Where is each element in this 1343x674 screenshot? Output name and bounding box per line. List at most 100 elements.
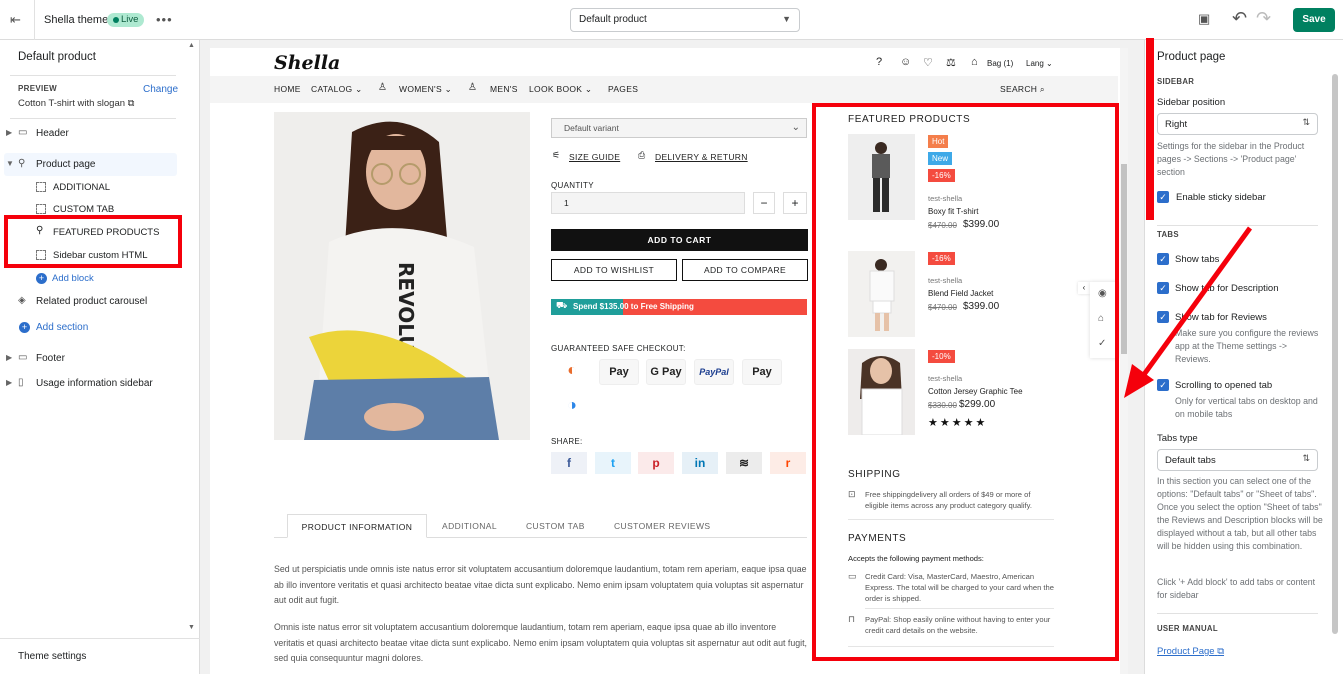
reddit-share-icon[interactable]: r — [770, 452, 806, 474]
add-to-compare-button[interactable]: ADD TO COMPARE — [682, 259, 808, 281]
plus-icon: + — [19, 322, 30, 333]
sidebar-section-icon: ▯ — [18, 377, 24, 388]
bag-label[interactable]: Bag (1) — [987, 59, 1013, 68]
section-label: Header — [36, 128, 69, 139]
theme-settings-link[interactable]: Theme settings — [18, 651, 86, 662]
product-page-manual-link[interactable]: Product Page ⧉ — [1157, 646, 1224, 657]
chevron-updown-icon: ⇅ — [1302, 117, 1310, 127]
user-manual-caption: USER MANUAL — [1157, 624, 1218, 633]
facebook-share-icon[interactable]: f — [551, 452, 587, 474]
add-block-label: Add block — [52, 273, 94, 284]
nav-mens[interactable]: MEN'S — [490, 84, 518, 94]
top-bar: ⇤ Shella theme Live ••• Default product ▼… — [0, 0, 1343, 40]
variant-select[interactable]: Default variant ⌄ — [551, 118, 807, 138]
add-section-label: Add section — [36, 322, 89, 333]
sidebar-position-select[interactable]: Right ⇅ — [1157, 113, 1318, 135]
payment-icon-2: ◑ — [552, 394, 592, 420]
nav-lookbook[interactable]: LOOK BOOK ⌄ — [529, 84, 592, 95]
size-guide-link[interactable]: SIZE GUIDE — [569, 152, 620, 162]
divider — [10, 75, 176, 76]
twitter-share-icon[interactable]: t — [595, 452, 631, 474]
add-to-wishlist-button[interactable]: ADD TO WISHLIST — [551, 259, 677, 281]
live-badge: Live — [107, 13, 145, 27]
tab-custom[interactable]: CUSTOM TAB — [526, 514, 585, 538]
description-paragraph: Omnis iste natus error sit voluptatem ac… — [274, 622, 807, 663]
quantity-increase-button[interactable]: + — [783, 192, 807, 214]
left-footer: Theme settings — [0, 638, 200, 674]
sticky-sidebar-checkbox[interactable]: ✓ — [1157, 191, 1169, 203]
live-dot — [113, 17, 119, 23]
block-icon — [36, 182, 46, 192]
undo-icon[interactable]: ↶ — [1232, 8, 1247, 29]
women-icon: ♙ — [378, 82, 388, 93]
nav-home[interactable]: HOME — [274, 84, 301, 94]
men-icon: ♙ — [468, 82, 478, 93]
chevron-down-icon: ▼ — [782, 14, 791, 24]
share-label: SHARE: — [551, 437, 583, 446]
desktop-preview-icon[interactable]: ▣ — [1198, 11, 1214, 27]
tab-product-information[interactable]: PRODUCT INFORMATION — [287, 514, 427, 538]
caret-right-icon[interactable]: ▶ — [6, 353, 12, 362]
template-select-value: Default product — [579, 14, 647, 25]
save-button[interactable]: Save — [1293, 8, 1335, 32]
search-icon: ⌕ — [1039, 84, 1045, 94]
truck-icon: ⛟ — [556, 300, 568, 310]
tag-icon: ◈ — [18, 295, 26, 306]
exit-icon[interactable]: ⇤ — [10, 12, 26, 28]
panel-title: Product page — [1157, 51, 1226, 63]
panel-scroll-thumb[interactable] — [1332, 74, 1338, 634]
section-label: Usage information sidebar — [36, 378, 153, 389]
tab-customer-reviews[interactable]: CUSTOMER REVIEWS — [614, 514, 710, 538]
template-select[interactable]: Default product ▼ — [570, 8, 800, 32]
store-header: Shella ? ☺ ♡ ⚖ ⌂ Bag (1) Lang ⌄ HOME CAT… — [210, 48, 1118, 104]
nav-womens-label: WOMEN'S — [399, 84, 442, 94]
buffer-share-icon[interactable]: ≋ — [726, 452, 762, 474]
external-link-icon: ⧉ — [1217, 646, 1225, 657]
quantity-input[interactable]: 1 — [551, 192, 745, 214]
more-actions-icon[interactable]: ••• — [156, 12, 173, 27]
section-label: Product page — [36, 159, 96, 170]
pinterest-share-icon[interactable]: p — [638, 452, 674, 474]
payment-icon-1: ◐ — [552, 359, 592, 385]
scroll-up-icon[interactable]: ▲ — [188, 42, 195, 49]
section-label: Related product carousel — [36, 296, 148, 307]
annotation-arrow — [1124, 226, 1253, 398]
language-select[interactable]: Lang ⌄ — [1026, 59, 1053, 68]
nav-womens[interactable]: WOMEN'S ⌄ — [399, 84, 452, 95]
delivery-icon: ⎙ — [638, 150, 646, 160]
nav-catalog[interactable]: CATALOG ⌄ — [311, 84, 363, 95]
quantity-label: QUANTITY — [551, 181, 594, 190]
caret-down-icon[interactable]: ▼ — [6, 159, 14, 168]
search-button[interactable]: SEARCH ⌕ — [1000, 84, 1045, 95]
bag-icon[interactable]: ⌂ — [971, 56, 978, 68]
sidebar-position-value: Right — [1165, 119, 1188, 130]
section-label: Footer — [36, 353, 65, 364]
redo-icon[interactable]: ↷ — [1256, 8, 1271, 29]
quantity-decrease-button[interactable]: − — [753, 192, 775, 214]
preview-label: PREVIEW — [18, 84, 57, 93]
scroll-down-icon[interactable]: ▼ — [188, 624, 195, 631]
caret-right-icon[interactable]: ▶ — [6, 128, 12, 137]
description-paragraph: Sed ut perspiciatis unde omnis iste natu… — [274, 564, 807, 605]
delivery-return-link[interactable]: DELIVERY & RETURN — [655, 152, 748, 162]
free-shipping-progress: ⛟ Spend $135.00 to Free Shipping — [551, 299, 807, 315]
divider — [10, 118, 176, 119]
product-image[interactable]: REVOLUTI — [274, 112, 530, 440]
compare-icon[interactable]: ⚖ — [946, 56, 956, 69]
help-icon[interactable]: ? — [876, 56, 882, 68]
chevron-updown-icon: ⇅ — [1302, 453, 1310, 463]
linkedin-share-icon[interactable]: in — [682, 452, 718, 474]
preview-product[interactable]: Cotton T-shirt with slogan ⧉ — [18, 98, 134, 109]
add-to-cart-button[interactable]: ADD TO CART — [551, 229, 808, 251]
store-logo[interactable]: Shella — [274, 52, 340, 74]
change-preview-link[interactable]: Change — [143, 84, 178, 95]
account-icon[interactable]: ☺ — [900, 56, 911, 68]
nav-pages[interactable]: PAGES — [608, 84, 638, 94]
wishlist-icon[interactable]: ♡ — [923, 56, 933, 69]
external-link-icon[interactable]: ⧉ — [128, 98, 135, 109]
tabs-type-select[interactable]: Default tabs ⇅ — [1157, 449, 1318, 471]
apple-pay-icon: Pay — [599, 359, 639, 385]
caret-right-icon[interactable]: ▶ — [6, 378, 12, 387]
tab-additional[interactable]: ADDITIONAL — [442, 514, 497, 538]
tabs-type-help: In this section you can select one of th… — [1157, 476, 1323, 551]
